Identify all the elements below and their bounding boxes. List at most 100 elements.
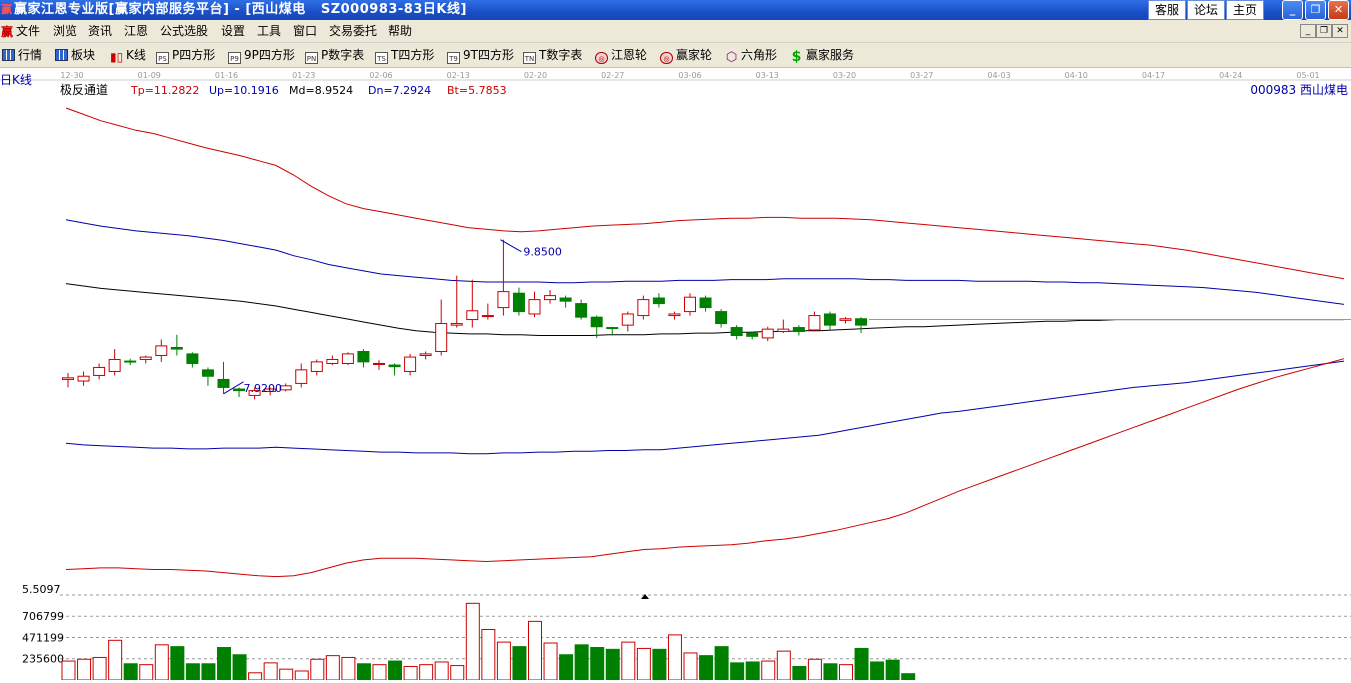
win-wheel-icon: ◎ <box>660 52 673 64</box>
volume-bar <box>373 665 386 680</box>
candlesticks[interactable] <box>63 240 1351 400</box>
volume-axis-label: 706799 <box>22 610 64 623</box>
candle-body <box>731 328 742 336</box>
volume-bar <box>435 662 448 680</box>
kline-chart-svg[interactable]: 12-3001-0901-1601-2302-0602-1302-2002-27… <box>0 68 1351 680</box>
toolbar-9p-square[interactable]: P99P四方形 <box>228 47 295 63</box>
volume-bar <box>762 661 775 680</box>
candle-body <box>405 357 416 371</box>
app-logo-icon: 赢 <box>1 3 13 17</box>
indicator-tp: Tp=11.2822 <box>130 84 199 97</box>
toolbar-quotes[interactable]: 行情 <box>2 47 42 63</box>
menu-file[interactable]: 文件 <box>16 23 40 39</box>
volume-bar <box>497 642 510 680</box>
toolbar-t-square[interactable]: TST四方形 <box>375 47 434 63</box>
volume-bar <box>793 666 806 680</box>
volume-bar <box>668 635 681 680</box>
candle-body <box>467 311 478 320</box>
volume-bar <box>155 645 168 680</box>
volume-bar <box>264 663 277 680</box>
toolbar-win-wheel[interactable]: ◎赢家轮 <box>660 47 712 63</box>
customer-service-button[interactable]: 客服 <box>1148 0 1186 20</box>
minimize-icon[interactable]: _ <box>1282 0 1303 20</box>
menu-help[interactable]: 帮助 <box>388 23 412 39</box>
toolbar-win-service[interactable]: $赢家服务 <box>790 47 854 63</box>
toolbar-hexagon[interactable]: ⬡六角形 <box>725 47 777 63</box>
toolbar-t-number-table[interactable]: TNT数字表 <box>523 47 582 63</box>
kline-chart-area[interactable]: 12-3001-0901-1601-2302-0602-1302-2002-27… <box>0 68 1351 680</box>
date-tick-label: 04-17 <box>1142 71 1165 80</box>
menu-news[interactable]: 资讯 <box>88 23 112 39</box>
ps-icon: PS <box>156 52 169 64</box>
menu-gann[interactable]: 江恩 <box>124 23 148 39</box>
volume-bar <box>249 673 262 680</box>
candle-body <box>778 329 789 331</box>
indicator-up: Up=10.1916 <box>209 84 279 97</box>
candle-body <box>840 319 851 321</box>
candle-body <box>576 304 587 318</box>
candle-body <box>296 370 307 384</box>
volume-bar <box>93 657 106 680</box>
candle-body <box>156 346 167 356</box>
candle-body <box>824 314 835 325</box>
menu-tools[interactable]: 工具 <box>257 23 281 39</box>
volume-bar <box>824 664 837 680</box>
price-annotations: 9.85007.9200 <box>224 240 562 395</box>
candle-body <box>513 293 524 311</box>
candle-body <box>187 354 198 364</box>
menu-trading[interactable]: 交易委托 <box>329 23 377 39</box>
toolbar-sectors[interactable]: 板块 <box>55 47 95 63</box>
candle-body <box>311 362 322 372</box>
candle-body <box>607 328 618 329</box>
tn-icon: TN <box>523 52 536 64</box>
candle-body <box>389 365 400 367</box>
candle-body <box>685 297 696 311</box>
candle-body <box>94 367 105 375</box>
date-tick-label: 12-30 <box>60 71 83 80</box>
volume-bar <box>202 664 215 680</box>
channel-bands <box>66 108 1344 577</box>
document-logo-icon: 赢 <box>1 23 13 40</box>
candle-body <box>856 319 867 325</box>
volume-bar <box>78 659 91 680</box>
menu-window[interactable]: 窗口 <box>293 23 317 39</box>
child-close-icon[interactable]: ✕ <box>1332 24 1348 38</box>
date-tick-label: 04-24 <box>1219 71 1242 80</box>
volume-bar <box>808 659 821 680</box>
candle-body <box>809 316 820 330</box>
candle-body <box>202 370 213 376</box>
volume-bar <box>295 671 308 680</box>
volume-bar <box>171 647 184 680</box>
indicator-dn: Dn=7.2924 <box>368 84 431 97</box>
candle-body <box>653 298 664 304</box>
toolbar-kline[interactable]: ▮▯K线 <box>110 47 146 63</box>
forum-button[interactable]: 论坛 <box>1187 0 1225 20</box>
low-annotation-label: 7.9200 <box>244 382 283 395</box>
close-icon[interactable]: ✕ <box>1328 0 1349 20</box>
candle-body <box>451 324 462 326</box>
indicator-md: Md=8.9524 <box>289 84 353 97</box>
volume-bar <box>342 657 355 680</box>
homepage-button[interactable]: 主页 <box>1226 0 1264 20</box>
toolbar-p-number-table[interactable]: PNP数字表 <box>305 47 364 63</box>
toolbar-gann-wheel[interactable]: ◎江恩轮 <box>595 47 647 63</box>
volume-bar <box>233 655 246 680</box>
child-restore-icon[interactable]: ❐ <box>1316 24 1332 38</box>
menu-formula-stock-selection[interactable]: 公式选股 <box>160 23 208 39</box>
candle-body <box>436 324 447 352</box>
child-minimize-icon[interactable]: _ <box>1300 24 1316 38</box>
toolbar-p-square[interactable]: PSP四方形 <box>156 47 215 63</box>
menu-browse[interactable]: 浏览 <box>53 23 77 39</box>
toolbar-9t-square[interactable]: T99T四方形 <box>447 47 514 63</box>
restore-icon[interactable]: ❐ <box>1305 0 1326 20</box>
menu-settings[interactable]: 设置 <box>221 23 245 39</box>
volume-bar <box>124 664 137 680</box>
date-tick-label: 03-06 <box>678 71 701 80</box>
volume-bar <box>653 649 666 680</box>
volume-bar <box>62 661 75 680</box>
date-tick-label: 03-27 <box>910 71 933 80</box>
volume-bar <box>622 642 635 680</box>
candle-body <box>591 317 602 327</box>
volume-bar <box>109 640 122 680</box>
candle-body <box>669 314 680 316</box>
